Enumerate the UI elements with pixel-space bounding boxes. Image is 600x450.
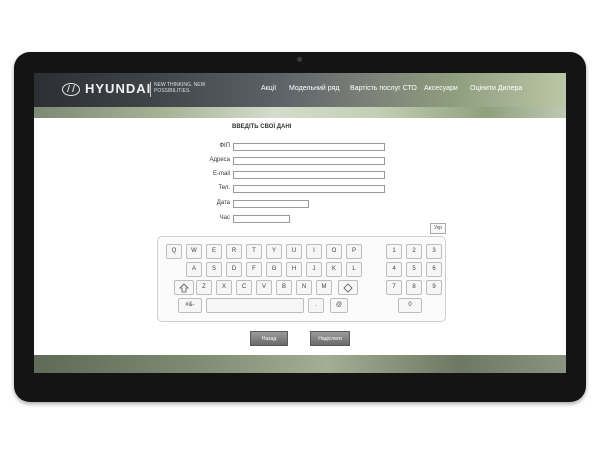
header: HYUNDAI NEW THINKING. NEW POSSIBILITIES.… <box>34 73 566 107</box>
shift-key[interactable] <box>174 280 194 295</box>
footer-banner-strip <box>34 355 566 373</box>
language-switch[interactable]: Укр <box>430 223 446 234</box>
key[interactable]: G <box>266 262 282 277</box>
dot-key[interactable]: . <box>308 298 324 313</box>
key[interactable]: A <box>186 262 202 277</box>
key[interactable]: H <box>286 262 302 277</box>
hyundai-logo-icon <box>62 83 80 96</box>
key[interactable]: S <box>206 262 222 277</box>
key[interactable]: M <box>316 280 332 295</box>
time-input[interactable] <box>233 215 290 223</box>
label-date: Дата <box>216 200 230 206</box>
backspace-key[interactable] <box>338 280 358 295</box>
numpad-key[interactable]: 9 <box>426 280 442 295</box>
key[interactable]: N <box>296 280 312 295</box>
nav-item-models[interactable]: Модельний ряд <box>289 85 339 92</box>
key[interactable]: I <box>306 244 322 259</box>
address-input[interactable] <box>233 157 385 165</box>
back-button[interactable]: Назад <box>250 331 288 346</box>
symbols-key[interactable]: #&- <box>178 298 202 313</box>
on-screen-keyboard: Q W E R T Y U I O P A S D F G H J K L Z … <box>157 236 446 322</box>
space-key[interactable] <box>206 298 304 313</box>
key[interactable]: V <box>256 280 272 295</box>
form-title: ВВЕДІТЬ СВОЇ ДАНІ <box>232 124 292 130</box>
numpad-key[interactable]: 5 <box>406 262 422 277</box>
numpad-key[interactable]: 4 <box>386 262 402 277</box>
webcam-icon <box>297 57 302 62</box>
label-address: Адреса <box>209 157 230 163</box>
key[interactable]: X <box>216 280 232 295</box>
numpad-key[interactable]: 3 <box>426 244 442 259</box>
key[interactable]: L <box>346 262 362 277</box>
backspace-icon <box>343 283 353 293</box>
key[interactable]: Q <box>166 244 182 259</box>
nav-item-service-cost[interactable]: Вартість послуг СТО <box>350 85 417 92</box>
label-time: Час <box>219 215 230 221</box>
key[interactable]: D <box>226 262 242 277</box>
send-button[interactable]: Надіслати <box>310 331 350 346</box>
arrow-up-icon <box>179 283 189 293</box>
key[interactable]: T <box>246 244 262 259</box>
nav-item-accessories[interactable]: Аксесуари <box>424 85 458 92</box>
email-input[interactable] <box>233 171 385 179</box>
key[interactable]: E <box>206 244 222 259</box>
full-name-input[interactable] <box>233 143 385 151</box>
key[interactable]: R <box>226 244 242 259</box>
numpad-key[interactable]: 6 <box>426 262 442 277</box>
label-phone: Тел. <box>218 185 230 191</box>
header-banner-strip <box>34 107 566 118</box>
numpad-key[interactable]: 7 <box>386 280 402 295</box>
numpad-key[interactable]: 0 <box>398 298 422 313</box>
at-key[interactable]: @ <box>330 298 348 313</box>
label-email: E-mail <box>212 171 230 177</box>
phone-input[interactable] <box>233 185 385 193</box>
key[interactable]: Y <box>266 244 282 259</box>
numpad-key[interactable]: 8 <box>406 280 422 295</box>
numpad-key[interactable]: 1 <box>386 244 402 259</box>
key[interactable]: Z <box>196 280 212 295</box>
date-input[interactable] <box>233 200 309 208</box>
key[interactable]: O <box>326 244 342 259</box>
key[interactable]: C <box>236 280 252 295</box>
screen: HYUNDAI NEW THINKING. NEW POSSIBILITIES.… <box>34 73 566 373</box>
numpad-key[interactable]: 2 <box>406 244 422 259</box>
key[interactable]: W <box>186 244 202 259</box>
logo-divider <box>150 82 151 97</box>
label-full-name: ФІП <box>219 143 230 149</box>
key[interactable]: J <box>306 262 322 277</box>
key[interactable]: P <box>346 244 362 259</box>
key[interactable]: F <box>246 262 262 277</box>
key[interactable]: U <box>286 244 302 259</box>
key[interactable]: K <box>326 262 342 277</box>
brand-name: HYUNDAI <box>85 81 152 96</box>
nav-item-promotions[interactable]: Акції <box>261 85 276 92</box>
brand-tagline: NEW THINKING. NEW POSSIBILITIES. <box>154 82 206 94</box>
key[interactable]: B <box>276 280 292 295</box>
nav-item-rate-dealer[interactable]: Оцінити Дилера <box>470 85 522 92</box>
